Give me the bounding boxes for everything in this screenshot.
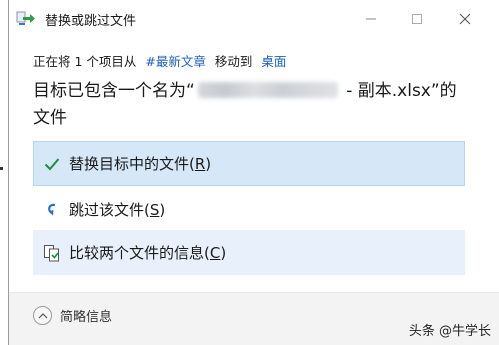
fewer-details-button[interactable]: 简略信息: [33, 306, 112, 325]
chevron-up-icon: [33, 306, 52, 325]
edge-marker: [0, 167, 3, 170]
window-title: 替换或跳过文件: [45, 14, 137, 29]
replace-option-label: 替换目标中的文件(R): [69, 155, 212, 173]
watermark: 头条 @牛学长: [408, 324, 491, 339]
compare-option-label: 比较两个文件的信息(C): [69, 244, 227, 262]
skip-arrow-icon: [43, 201, 61, 219]
source-folder-link[interactable]: #最新文章: [145, 54, 205, 69]
move-info: 正在将 1 个项目从 #最新文章 移动到 桌面: [33, 51, 286, 70]
message-before: 目标已包含一个名为“: [33, 81, 195, 101]
compare-option[interactable]: 比较两个文件的信息(C): [33, 230, 465, 275]
minimize-button[interactable]: [349, 4, 393, 34]
dialog-footer: 简略信息 头条 @牛学长: [9, 293, 499, 345]
file-move-icon: [16, 9, 36, 27]
info-prefix: 正在将 1 个项目从: [33, 54, 137, 69]
skip-option-label: 跳过该文件(S): [69, 201, 166, 219]
close-button[interactable]: [443, 4, 487, 34]
fewer-details-label: 简略信息: [60, 310, 113, 325]
skip-option[interactable]: 跳过该文件(S): [33, 187, 465, 232]
info-middle: 移动到: [214, 54, 253, 69]
replace-option[interactable]: 替换目标中的文件(R): [33, 141, 465, 186]
maximize-button[interactable]: [395, 4, 439, 34]
destination-folder-link[interactable]: 桌面: [261, 54, 286, 69]
check-icon: [43, 155, 61, 173]
blurred-filename: [197, 82, 338, 98]
compare-files-icon: [43, 244, 61, 262]
title-bar: 替换或跳过文件: [9, 0, 499, 38]
conflict-message: 目标已包含一个名为“ - 副本.xlsx”的文件: [33, 78, 473, 132]
